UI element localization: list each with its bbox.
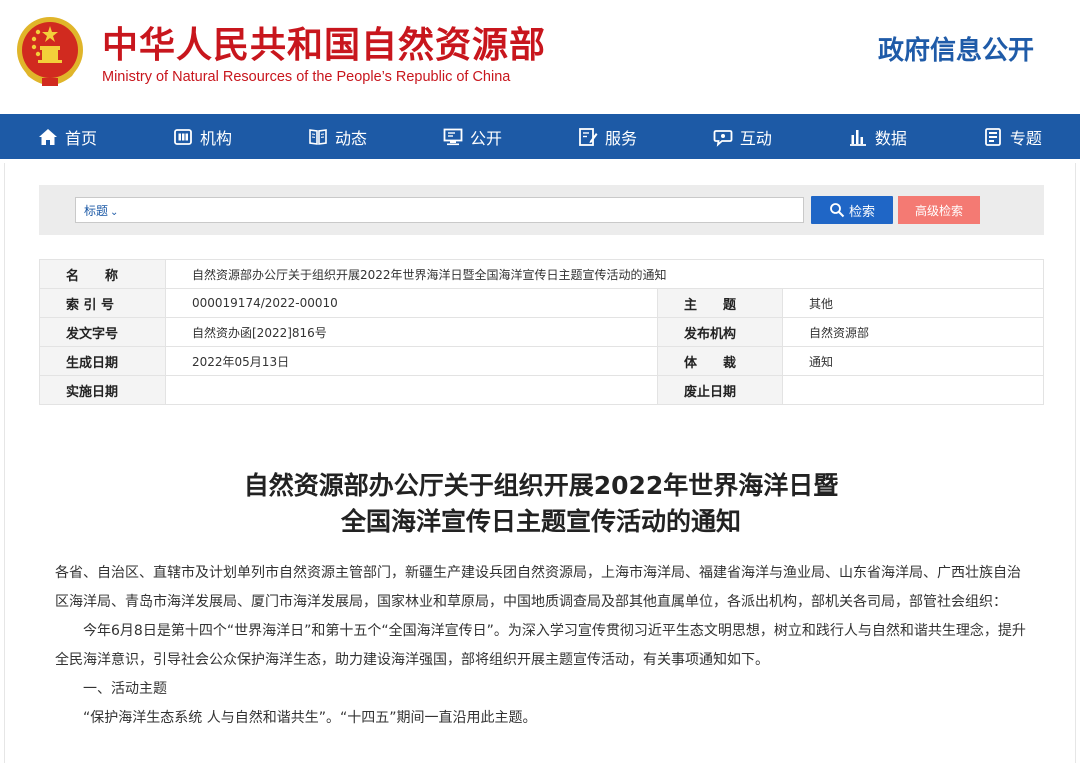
abolish-date-value [782, 375, 1044, 405]
monitor-icon [443, 128, 463, 145]
search-icon [830, 203, 845, 218]
nav-label: 动态 [334, 128, 367, 148]
doc-no-label: 发文字号 [39, 317, 166, 347]
date-label: 生成日期 [39, 346, 166, 376]
gov-info-link[interactable]: 政府信息公开 [878, 30, 1034, 67]
genre-label: 体 裁 [657, 346, 783, 376]
chevron-down-icon: ⌄ [110, 207, 119, 218]
search-input[interactable]: 标题 ⌄ [75, 197, 804, 223]
article-title-line2: 全国海洋宣传日主题宣传活动的通知 [340, 507, 741, 536]
site-subtitle: Ministry of Natural Resources of the Peo… [102, 69, 511, 85]
chat-icon [713, 129, 733, 147]
article-title: 自然资源部办公厅关于组织开展2022年世界海洋日暨 全国海洋宣传日主题宣传活动的… [5, 468, 1077, 540]
nav-label: 机构 [199, 128, 232, 148]
site-header: 中华人民共和国自然资源部 Ministry of Natural Resourc… [0, 0, 1080, 114]
doc-no-value: 自然资办函[2022]816号 [165, 317, 658, 347]
book-icon [309, 128, 327, 145]
name-label: 名 称 [39, 259, 166, 289]
edit-icon [579, 127, 598, 146]
genre-value: 通知 [782, 346, 1044, 376]
table-row: 发文字号 自然资办函[2022]816号 发布机构 自然资源部 [39, 317, 1044, 347]
nav-label: 公开 [469, 128, 502, 148]
theme-paragraph: “保护海洋生态系统 人与自然和谐共生”。“十四五”期间一直沿用此主题。 [83, 710, 537, 726]
name-value: 自然资源部办公厅关于组织开展2022年世界海洋日暨全国海洋宣传日主题宣传活动的通… [165, 259, 1044, 289]
impl-date-value [165, 375, 658, 405]
search-type-label: 标题 [84, 204, 109, 218]
org-icon [174, 128, 192, 145]
nav-item-org[interactable]: 机构 [173, 125, 232, 149]
nav-label: 服务 [604, 128, 637, 148]
metadata-table: 名 称 自然资源部办公厅关于组织开展2022年世界海洋日暨全国海洋宣传日主题宣传… [39, 259, 1044, 405]
doc-icon [984, 127, 1001, 146]
table-row: 索 引 号 000019174/2022-00010 主 题 其他 [39, 288, 1044, 318]
publisher-value: 自然资源部 [782, 317, 1044, 347]
nav-label: 首页 [65, 128, 98, 148]
search-type-select[interactable]: 标题 ⌄ [84, 202, 118, 219]
main-nav: 首页 机构 动态 公开 服务 互动 数据 专题 [0, 114, 1080, 159]
date-value: 2022年05月13日 [165, 346, 658, 376]
intro-paragraph: 今年6月8日是第十四个“世界海洋日”和第十五个“全国海洋宣传日”。为深入学习宣传… [55, 623, 1026, 668]
publisher-label: 发布机构 [657, 317, 783, 347]
article-title-line1: 自然资源部办公厅关于组织开展2022年世界海洋日暨 [243, 471, 839, 500]
nav-label: 专题 [1009, 128, 1042, 148]
table-row: 名 称 自然资源部办公厅关于组织开展2022年世界海洋日暨全国海洋宣传日主题宣传… [39, 259, 1044, 289]
nav-label: 互动 [739, 128, 772, 148]
chart-icon [849, 129, 866, 146]
nav-item-service[interactable]: 服务 [578, 125, 637, 149]
search-button[interactable]: 检索 [811, 196, 893, 224]
nav-item-data[interactable]: 数据 [848, 125, 907, 149]
site-title[interactable]: 中华人民共和国自然资源部 [102, 16, 546, 68]
impl-date-label: 实施日期 [39, 375, 166, 405]
advanced-search-button[interactable]: 高级检索 [898, 196, 980, 224]
content-area: 标题 ⌄ 检索 高级检索 名 称 自然资源部办公厅关于组织开展2022年世界海洋日… [4, 163, 1076, 763]
index-label: 索 引 号 [39, 288, 166, 318]
article-body: 各省、自治区、直辖市及计划单列市自然资源主管部门，新疆生产建设兵团自然资源局，上… [55, 559, 1030, 733]
table-row: 实施日期 废止日期 [39, 375, 1044, 405]
abolish-date-label: 废止日期 [657, 375, 783, 405]
nav-item-topics[interactable]: 专题 [983, 125, 1042, 149]
nav-item-news[interactable]: 动态 [308, 125, 367, 149]
search-button-label: 检索 [848, 204, 875, 220]
addressee-paragraph: 各省、自治区、直辖市及计划单列市自然资源主管部门，新疆生产建设兵团自然资源局，上… [55, 565, 1021, 610]
section-heading: 一、活动主题 [83, 681, 167, 697]
nav-item-open[interactable]: 公开 [443, 125, 502, 149]
national-emblem-icon[interactable] [14, 14, 86, 90]
theme-label: 主 题 [657, 288, 783, 318]
theme-value: 其他 [782, 288, 1044, 318]
index-value: 000019174/2022-00010 [165, 288, 658, 318]
search-bar: 标题 ⌄ 检索 高级检索 [39, 185, 1044, 235]
nav-item-interact[interactable]: 互动 [713, 125, 772, 149]
nav-label: 数据 [874, 128, 907, 148]
nav-item-home[interactable]: 首页 [38, 125, 97, 149]
table-row: 生成日期 2022年05月13日 体 裁 通知 [39, 346, 1044, 376]
home-icon [39, 128, 57, 145]
